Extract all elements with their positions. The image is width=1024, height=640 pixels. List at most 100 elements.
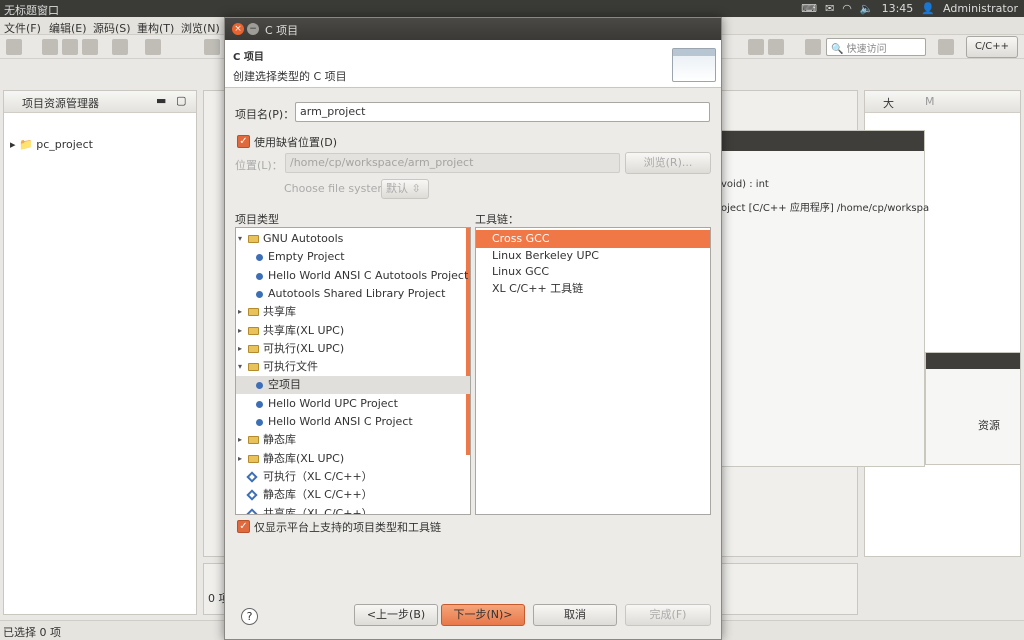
project-type-label: 共享库(XL UPC) (263, 323, 345, 337)
next-button[interactable]: 下一步(N)> (441, 604, 525, 626)
folder-icon (248, 235, 259, 243)
project-type-item[interactable]: ▾ 可执行文件 (236, 358, 470, 376)
use-default-location-checkbox[interactable]: ✓ (237, 135, 250, 148)
menu-source[interactable]: 源码(S) (93, 20, 131, 36)
collapse-icon[interactable]: ▾ (238, 358, 242, 376)
toolchain-item[interactable]: Cross GCC (476, 230, 710, 248)
project-type-item[interactable]: ▸ 共享库 (236, 303, 470, 321)
maximize-icon[interactable]: ▢ (176, 94, 186, 107)
dialog-title: C 项目 (265, 24, 299, 37)
expand-icon[interactable]: ▸ (238, 431, 242, 449)
folder-icon (248, 363, 259, 372)
finish-button[interactable]: 完成(F) (625, 604, 711, 626)
project-type-item[interactable]: ▸ 静态库(XL UPC) (236, 450, 470, 468)
project-type-item[interactable]: ▸ 可执行(XL UPC) (236, 340, 470, 358)
show-supported-label[interactable]: 仅显示平台上支持的项目类型和工具链 (254, 519, 441, 535)
browse-button[interactable]: 浏览(R)... (625, 152, 711, 174)
quick-access-input[interactable]: 🔍 快速访问 (826, 38, 926, 56)
outline-tab[interactable]: M (925, 95, 935, 108)
expand-icon[interactable]: ▸ (238, 303, 242, 321)
project-type-item[interactable]: ▸ 共享库(XL UPC) (236, 322, 470, 340)
project-name-input[interactable]: arm_project (295, 102, 710, 122)
toolchain-item[interactable]: XL C/C++ 工具链 (476, 280, 710, 298)
system-tray: ⌨ ✉ ◠ 🔈 13:45 👤 Administrator (801, 2, 1018, 15)
print-icon[interactable] (82, 39, 98, 55)
project-type-item[interactable]: 静态库（XL C/C++） (236, 486, 470, 504)
project-type-item[interactable]: Autotools Shared Library Project (236, 285, 470, 303)
menu-file[interactable]: 文件(F) (4, 20, 41, 36)
tree-item-label: pc_project (36, 138, 93, 151)
expand-icon[interactable]: ▸ (238, 450, 242, 468)
project-type-label: 静态库（XL C/C++） (263, 488, 373, 502)
back-button[interactable]: <上一步(B) (354, 604, 438, 626)
close-icon[interactable]: × (232, 23, 244, 35)
project-type-label: Autotools Shared Library Project (268, 286, 446, 300)
show-supported-checkbox[interactable]: ✓ (237, 520, 250, 533)
volume-icon[interactable]: 🔈 (860, 2, 874, 15)
help-icon[interactable]: ? (241, 608, 258, 625)
project-type-label: Hello World ANSI C Autotools Project (268, 268, 469, 282)
resources-column: 资源 (978, 419, 1000, 432)
new-icon[interactable] (6, 39, 22, 55)
menu-edit[interactable]: 编辑(E) (49, 20, 87, 36)
project-type-item[interactable]: ▸ 静态库 (236, 431, 470, 449)
toolchain-item[interactable]: Linux Berkeley UPC (476, 247, 710, 265)
mail-icon[interactable]: ✉ (825, 2, 834, 15)
project-type-item[interactable]: Hello World ANSI C Project (236, 413, 470, 431)
nav-forward-icon[interactable] (768, 39, 784, 55)
project-template-icon (256, 400, 263, 408)
outline-title[interactable]: 大 (883, 95, 894, 111)
keyboard-icon[interactable]: ⌨ (801, 2, 817, 15)
project-explorer-title[interactable]: 项目资源管理器 (22, 95, 99, 111)
wifi-icon[interactable]: ◠ (842, 2, 852, 15)
menu-refactor[interactable]: 重构(T) (137, 20, 174, 36)
collapse-icon[interactable]: ▾ (238, 230, 242, 248)
toolchain-item[interactable]: Linux GCC (476, 263, 710, 281)
filesystem-value: 默认 (386, 182, 408, 195)
project-template-icon (256, 254, 263, 262)
folder-icon (248, 436, 259, 445)
project-explorer-panel: 项目资源管理器 ▬ ▢ ▸ 📁 pc_project (3, 90, 197, 615)
perspective-cpp-button[interactable]: C/C++ (966, 36, 1018, 58)
minimize-window-icon[interactable]: − (247, 23, 259, 35)
project-explorer-title-bar: 项目资源管理器 ▬ ▢ (4, 91, 196, 113)
project-type-item[interactable]: 共享库（XL C/C++） (236, 505, 470, 514)
nav-back-icon[interactable] (748, 39, 764, 55)
dialog-header: C 项目 (233, 52, 264, 63)
project-type-list[interactable]: ▾ GNU Autotools Empty Project Hello World A… (235, 227, 471, 515)
open-perspective-icon[interactable] (938, 39, 954, 55)
clock[interactable]: 13:45 (882, 2, 914, 15)
menu-navigate[interactable]: 浏览(N) (181, 20, 220, 36)
cancel-button[interactable]: 取消 (533, 604, 617, 626)
folder-icon (248, 454, 259, 463)
minimize-icon[interactable]: ▬ (156, 94, 166, 107)
expand-icon[interactable]: ▸ (238, 340, 242, 358)
project-type-label: 空项目 (268, 378, 301, 392)
tree-item-pc-project[interactable]: ▸ 📁 pc_project (10, 138, 93, 151)
project-type-item[interactable]: Hello World ANSI C Autotools Project (236, 267, 470, 285)
project-type-label: 共享库 (263, 305, 296, 319)
project-type-item[interactable]: ▾ GNU Autotools (236, 230, 470, 248)
project-type-label: 可执行(XL UPC) (263, 341, 345, 355)
filesystem-select[interactable]: 默认 ⇳ (381, 179, 429, 199)
nav-menu-icon[interactable] (805, 39, 821, 55)
user-name[interactable]: Administrator (943, 2, 1018, 15)
project-type-item[interactable]: 空项目 (236, 376, 470, 395)
outline-title-bar: 大 M (865, 91, 1020, 113)
filesystem-label: Choose file system: (284, 182, 392, 195)
project-type-item[interactable]: 可执行（XL C/C++） (236, 468, 470, 486)
toolchain-list[interactable]: Cross GCC Linux Berkeley UPC Linux GCC XL C… (475, 227, 711, 515)
project-type-item[interactable]: Empty Project (236, 248, 470, 266)
save-all-icon[interactable] (62, 39, 78, 55)
dialog-description: 创建选择类型的 C 项目 (233, 70, 347, 83)
build-icon[interactable] (112, 39, 128, 55)
hammer-icon[interactable] (145, 39, 161, 55)
open-type-icon[interactable] (204, 39, 220, 55)
use-default-location-label[interactable]: 使用缺省位置(D) (254, 134, 337, 150)
location-input[interactable]: /home/cp/workspace/arm_project (285, 153, 620, 173)
folder-icon (248, 326, 259, 335)
save-icon[interactable] (42, 39, 58, 55)
project-type-item[interactable]: Hello World UPC Project (236, 395, 470, 413)
background-window: void) : int oject [C/C++ 应用程序] /home/cp/… (720, 130, 929, 467)
expand-icon[interactable]: ▸ (238, 322, 242, 340)
